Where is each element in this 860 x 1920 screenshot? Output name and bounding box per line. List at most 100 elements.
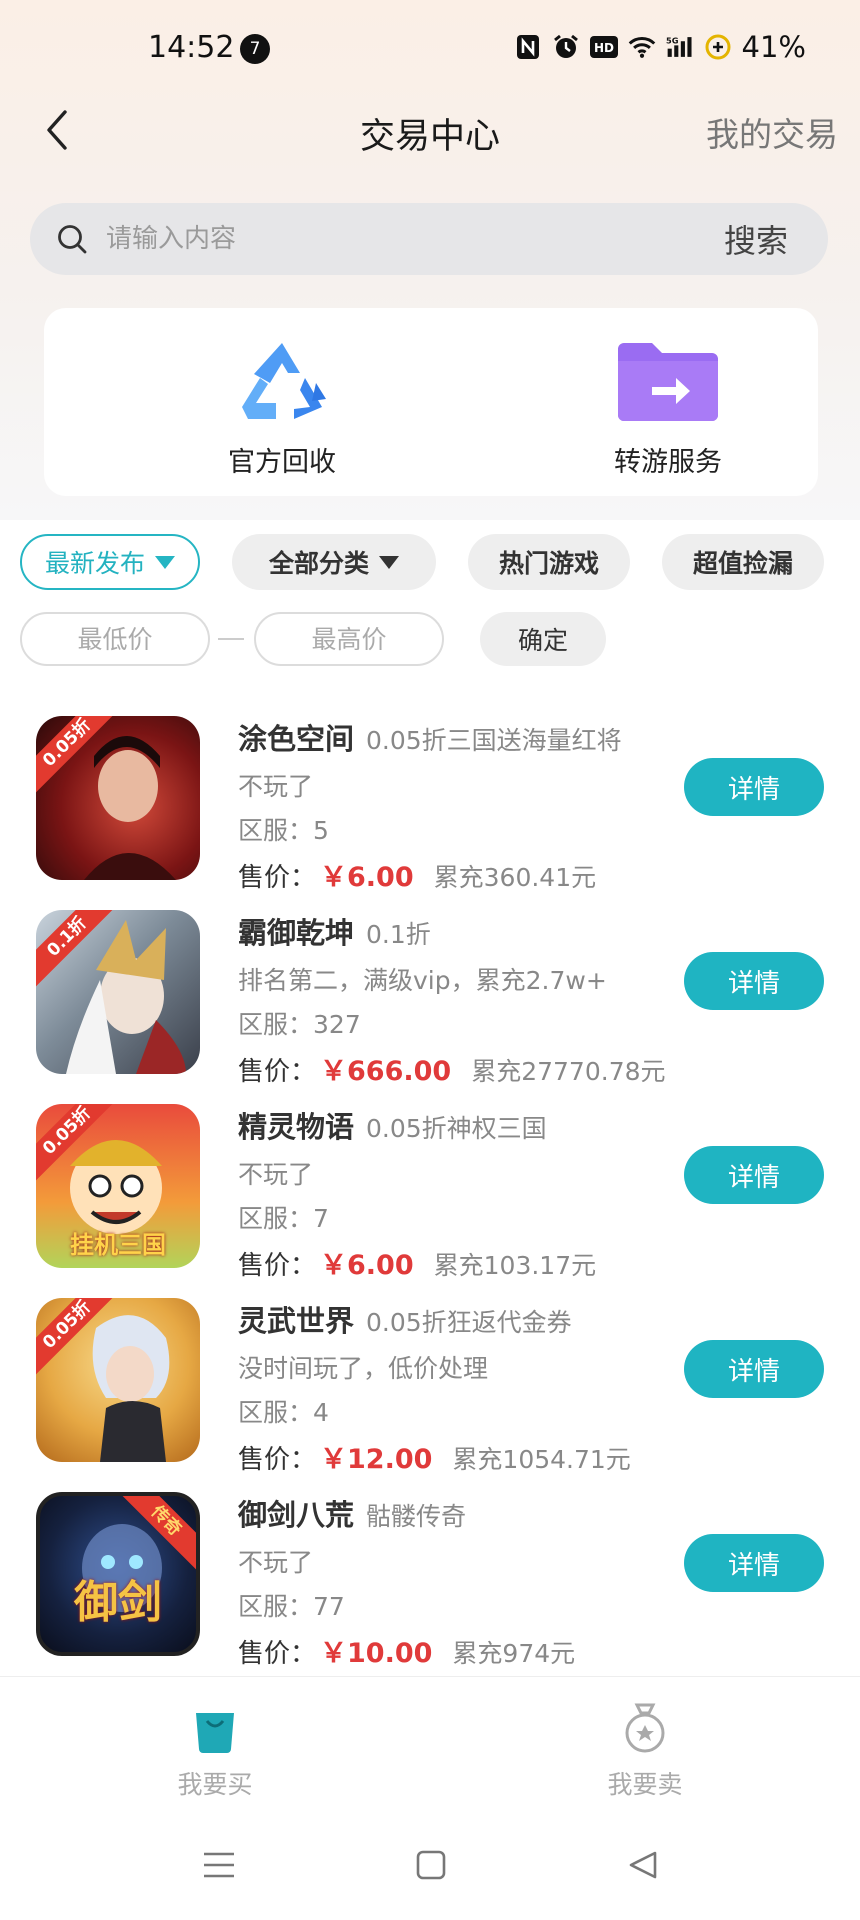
game-subtitle: 0.05折神权三国 xyxy=(366,1114,547,1143)
detail-button[interactable]: 详情 xyxy=(684,758,824,816)
wifi-icon xyxy=(628,33,656,61)
alarm-icon xyxy=(552,33,580,61)
price-label: 售价： xyxy=(238,863,317,893)
detail-button[interactable]: 详情 xyxy=(684,1340,824,1398)
home-square-icon xyxy=(416,1850,446,1880)
detail-button[interactable]: 详情 xyxy=(684,952,824,1010)
game-name: 灵武世界 xyxy=(238,1304,355,1338)
price-label: 售价： xyxy=(238,1639,317,1669)
search-icon xyxy=(52,219,92,259)
game-name: 涂色空间 xyxy=(238,722,355,756)
my-trade-link[interactable]: 我的交易 xyxy=(706,108,838,156)
list-item[interactable]: 传奇 御剑 御剑八荒 骷髅传奇 不玩了 区服：77 售价： ￥10.00 累充974元… xyxy=(0,1488,860,1682)
price-range-separator xyxy=(218,638,244,640)
tab-sell-label: 我要卖 xyxy=(607,1770,683,1799)
price-value: ￥10.00 xyxy=(320,1638,433,1669)
min-price-input[interactable] xyxy=(20,612,210,666)
game-thumbnail: 0.05折 挂机三国 xyxy=(36,1104,200,1268)
official-recycle-button[interactable]: 官方回收 xyxy=(182,336,382,479)
home-nav-button[interactable] xyxy=(406,1840,456,1890)
system-navigation-bar xyxy=(0,1806,860,1920)
recharge-total: 累充974元 xyxy=(452,1639,576,1668)
price-label: 售价： xyxy=(238,1445,317,1475)
status-time: 14:52 xyxy=(148,30,235,65)
hot-games-filter[interactable]: 热门游戏 xyxy=(468,534,630,590)
recharge-total: 累充27770.78元 xyxy=(471,1057,666,1086)
bargain-filter[interactable]: 超值捡漏 xyxy=(662,534,824,590)
shopping-bag-icon xyxy=(187,1699,243,1755)
chevron-down-icon xyxy=(155,555,175,569)
price-value: ￥6.00 xyxy=(320,1250,414,1281)
list-item[interactable]: 0.05折 挂机三国 精灵物语 0.05折神权三国 不玩了 区服：7 售价： ￥6.… xyxy=(0,1100,860,1294)
item-description: 不玩了 xyxy=(238,1160,314,1189)
game-subtitle: 骷髅传奇 xyxy=(366,1502,467,1531)
search-input[interactable] xyxy=(106,224,724,254)
battery-saver-icon xyxy=(704,33,732,61)
search-button[interactable]: 搜索 xyxy=(724,216,788,262)
game-name: 御剑八荒 xyxy=(238,1498,355,1532)
folder-transfer-icon xyxy=(613,336,723,428)
server-value: 327 xyxy=(313,1010,361,1039)
game-logo-text: 御剑 xyxy=(74,1577,162,1628)
game-subtitle: 0.05折三国送海量红将 xyxy=(366,726,622,755)
services-card: 官方回收 转游服务 xyxy=(44,308,818,496)
svg-text:5G: 5G xyxy=(666,36,679,46)
sort-latest-label: 最新发布 xyxy=(44,549,145,578)
detail-button[interactable]: 详情 xyxy=(684,1534,824,1592)
item-info: 精灵物语 0.05折神权三国 不玩了 区服：7 售价： ￥6.00 累充103.17元 xyxy=(238,1104,678,1282)
game-thumbnail: 0.05折 xyxy=(36,1298,200,1462)
back-triangle-icon xyxy=(629,1851,657,1879)
status-bar: 14:52 7 HD 5G 41% xyxy=(0,0,860,100)
money-bag-icon xyxy=(617,1699,673,1755)
bottom-tab-bar: 我要买 我要卖 xyxy=(0,1676,860,1806)
server-label: 区服： xyxy=(238,816,314,845)
price-value: ￥6.00 xyxy=(320,862,414,893)
transfer-service-button[interactable]: 转游服务 xyxy=(568,336,768,479)
item-info: 御剑八荒 骷髅传奇 不玩了 区服：77 售价： ￥10.00 累充974元 xyxy=(238,1492,678,1670)
back-nav-button[interactable] xyxy=(618,1840,668,1890)
menu-nav-button[interactable] xyxy=(194,1840,244,1890)
game-name: 精灵物语 xyxy=(238,1110,355,1144)
server-label: 区服： xyxy=(238,1398,314,1427)
recharge-total: 累充360.41元 xyxy=(433,863,597,892)
category-dropdown[interactable]: 全部分类 xyxy=(232,534,436,590)
game-logo-text: 挂机三国 xyxy=(70,1231,166,1259)
recharge-total: 累充103.17元 xyxy=(433,1251,597,1280)
confirm-price-button[interactable]: 确定 xyxy=(480,612,606,666)
game-subtitle: 0.1折 xyxy=(366,920,431,949)
recycle-icon xyxy=(227,336,337,428)
item-description: 没时间玩了，低价处理 xyxy=(238,1354,489,1383)
max-price-input[interactable] xyxy=(254,612,444,666)
sort-latest-dropdown[interactable]: 最新发布 xyxy=(20,534,200,590)
detail-button[interactable]: 详情 xyxy=(684,1146,824,1204)
game-name: 霸御乾坤 xyxy=(238,916,355,950)
battery-level: 41% xyxy=(741,30,806,64)
notification-badge: 7 xyxy=(240,34,270,64)
game-thumbnail: 传奇 御剑 xyxy=(36,1492,200,1656)
item-info: 涂色空间 0.05折三国送海量红将 不玩了 区服：5 售价： ￥6.00 累充360.… xyxy=(238,716,678,894)
official-recycle-label: 官方回收 xyxy=(228,447,336,478)
item-description: 不玩了 xyxy=(238,1548,314,1577)
tab-buy[interactable]: 我要买 xyxy=(115,1699,315,1801)
game-subtitle: 0.05折狂返代金券 xyxy=(366,1308,572,1337)
chevron-down-icon xyxy=(379,555,399,569)
status-icons: HD 5G 41% xyxy=(514,30,806,64)
item-info: 霸御乾坤 0.1折 排名第二，满级vip，累充2.7w+ 区服：327 售价： ￥6… xyxy=(238,910,678,1088)
server-label: 区服： xyxy=(238,1204,314,1233)
server-value: 5 xyxy=(313,816,329,845)
tab-sell[interactable]: 我要卖 xyxy=(545,1699,745,1801)
game-thumbnail: 0.05折 xyxy=(36,716,200,880)
list-item[interactable]: 0.05折 灵武世界 0.05折狂返代金券 没时间玩了，低价处理 区服：4 售价：… xyxy=(0,1294,860,1488)
price-value: ￥666.00 xyxy=(320,1056,452,1087)
server-value: 7 xyxy=(313,1204,329,1233)
list-item[interactable]: 0.05折 涂色空间 0.05折三国送海量红将 不玩了 区服：5 售价： ￥6.00… xyxy=(0,712,860,906)
server-value: 4 xyxy=(313,1398,329,1427)
price-label: 售价： xyxy=(238,1057,317,1087)
price-label: 售价： xyxy=(238,1251,317,1281)
price-value: ￥12.00 xyxy=(320,1444,433,1475)
category-label: 全部分类 xyxy=(268,549,369,578)
list-item[interactable]: 0.1折 霸御乾坤 0.1折 排名第二，满级vip，累充2.7w+ 区服：327 … xyxy=(0,906,860,1100)
transfer-service-label: 转游服务 xyxy=(614,447,722,478)
server-label: 区服： xyxy=(238,1010,314,1039)
nfc-icon xyxy=(514,33,542,61)
